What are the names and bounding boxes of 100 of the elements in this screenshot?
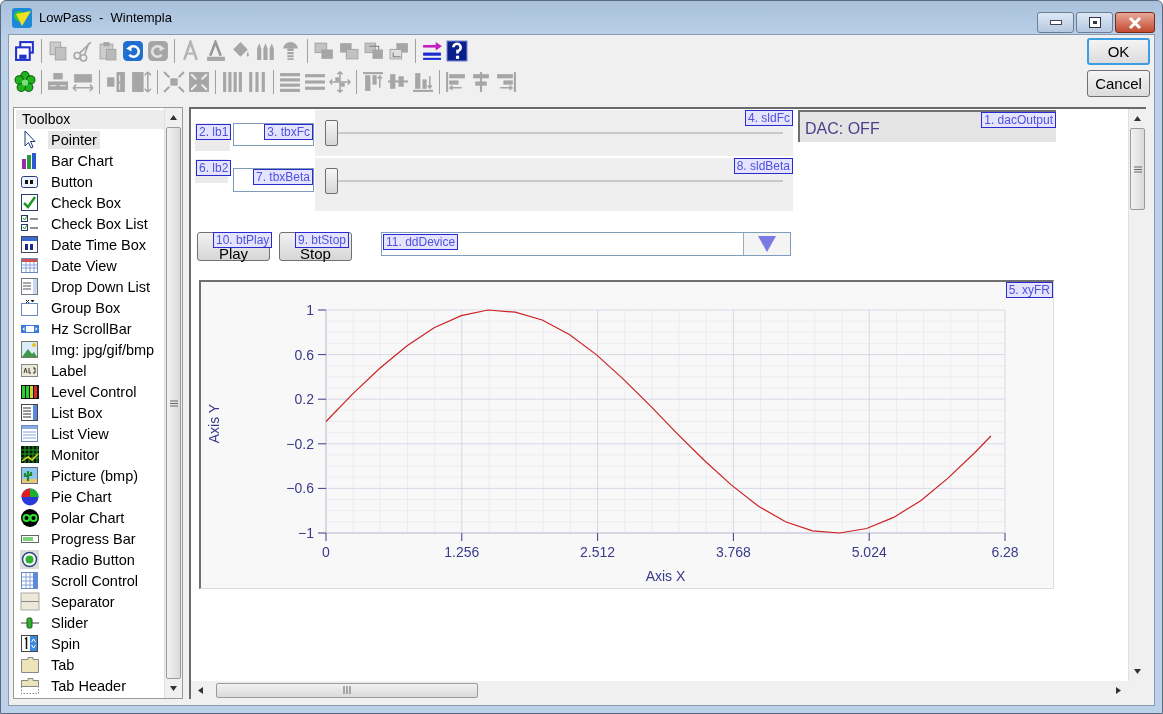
text-field[interactable]: 7. tbxBeta bbox=[233, 168, 314, 192]
action-button[interactable]: Stop 9. btStop bbox=[279, 232, 352, 261]
scroll-up-icon[interactable] bbox=[169, 113, 178, 122]
minimize-icon bbox=[1049, 20, 1062, 25]
y-axis-title: Axis Y bbox=[206, 403, 222, 444]
x-tick-label: 6.28 bbox=[991, 544, 1019, 560]
grip-icon bbox=[169, 399, 178, 407]
label-control[interactable]: 2. lb1 bbox=[195, 123, 230, 151]
toolbox-item[interactable]: List Box bbox=[48, 403, 106, 422]
toolbox-item[interactable]: Radio Button bbox=[48, 550, 138, 569]
list-view-icon bbox=[20, 423, 40, 444]
flower-icon[interactable] bbox=[14, 70, 36, 93]
scroll-down-icon[interactable] bbox=[1133, 667, 1142, 676]
pie-chart-icon bbox=[20, 486, 40, 507]
scroll-grid-icon bbox=[20, 570, 40, 591]
control-tag: 6. lb2 bbox=[196, 160, 232, 176]
toolbox-item[interactable]: Button bbox=[48, 172, 96, 191]
x-tick-label: 1.256 bbox=[444, 544, 480, 560]
toolbox-item[interactable]: Separator bbox=[48, 592, 118, 611]
toolbox-item[interactable]: Monitor bbox=[48, 445, 103, 464]
y-tick-label: 0.2 bbox=[294, 391, 314, 408]
toolbox-item[interactable]: Bar Chart bbox=[48, 151, 117, 170]
save-icon[interactable] bbox=[14, 39, 36, 62]
toolbox-item[interactable]: Scroll Control bbox=[48, 571, 142, 590]
control-tag: 2. lb1 bbox=[196, 124, 232, 140]
control-tag: 3. tbxFc bbox=[264, 124, 313, 140]
tab-icon bbox=[20, 654, 40, 675]
toolbox-item[interactable]: Spin bbox=[48, 634, 84, 653]
x-tick-label: 3.768 bbox=[715, 544, 751, 560]
toolbox-item[interactable]: Slider bbox=[48, 613, 92, 632]
scroll-thumb[interactable] bbox=[1130, 128, 1145, 210]
toolbox-item[interactable]: Date Time Box bbox=[48, 235, 150, 254]
dropdown-arrow-icon[interactable] bbox=[758, 236, 776, 252]
app-logo-icon bbox=[11, 6, 33, 29]
control-tag: 1. dacOutput bbox=[981, 112, 1056, 128]
radio-button-icon bbox=[20, 549, 40, 570]
control-tag: 11. ddDevice bbox=[383, 234, 459, 250]
toolbox-item[interactable]: Level Control bbox=[48, 382, 140, 401]
x-tick-label: 0 bbox=[322, 544, 330, 560]
help-icon[interactable] bbox=[446, 39, 468, 62]
toolbox-item[interactable]: Group Box bbox=[48, 298, 124, 317]
control-tag: 4. sldFc bbox=[745, 110, 793, 126]
maximize-icon bbox=[1088, 17, 1101, 28]
monitor-grid-icon bbox=[20, 444, 40, 465]
label-control[interactable]: 6. lb2 bbox=[195, 159, 228, 183]
toolbox-item[interactable]: Picture (bmp) bbox=[48, 466, 142, 485]
output-text: DAC: OFF bbox=[805, 120, 880, 137]
x-tick-label: 5.024 bbox=[851, 544, 887, 560]
landscape-image-icon bbox=[20, 339, 40, 360]
close-button[interactable] bbox=[1115, 12, 1155, 33]
toolbox-item[interactable]: Date View bbox=[48, 256, 120, 275]
toolbox-item[interactable]: Img: jpg/gif/bmp bbox=[48, 340, 158, 359]
toolbox-item[interactable]: Pie Chart bbox=[48, 487, 115, 506]
toolbox-item[interactable]: Drop Down List bbox=[48, 277, 154, 296]
toolbox-item[interactable]: Polar Chart bbox=[48, 508, 128, 527]
grip-icon bbox=[343, 686, 351, 694]
scroll-left-icon[interactable] bbox=[196, 685, 205, 695]
x-tick-label: 2.512 bbox=[580, 544, 616, 560]
toolbox-item[interactable]: Tab bbox=[48, 655, 78, 674]
separator-icon bbox=[20, 591, 40, 612]
calendar-icon bbox=[20, 234, 40, 255]
scrollbar[interactable] bbox=[164, 108, 182, 698]
scroll-thumb[interactable] bbox=[216, 682, 478, 698]
dropdown-field[interactable]: 11. ddDevice bbox=[381, 232, 791, 256]
toolbox-item[interactable]: List View bbox=[48, 424, 112, 443]
action-button[interactable]: Play 10. btPlay bbox=[197, 232, 270, 261]
toolbox-item[interactable]: Pointer bbox=[48, 130, 100, 149]
undo-icon[interactable] bbox=[122, 39, 144, 62]
y-tick-label: −1 bbox=[298, 525, 314, 541]
scroll-up-icon[interactable] bbox=[1133, 114, 1142, 123]
toolbox-item[interactable]: Check Box List bbox=[48, 214, 151, 233]
window-title: LowPass - Wintempla bbox=[39, 10, 172, 25]
scroll-down-icon[interactable] bbox=[169, 684, 178, 693]
slider-thumb[interactable] bbox=[325, 120, 338, 146]
toolbox-item[interactable]: Hz ScrollBar bbox=[48, 319, 135, 338]
control-tag: 9. btStop bbox=[295, 232, 350, 248]
y-tick-label: −0.2 bbox=[286, 435, 314, 452]
scroll-thumb[interactable] bbox=[166, 127, 181, 679]
dropdown-list-icon bbox=[20, 276, 40, 297]
minimize-button[interactable] bbox=[1037, 12, 1074, 33]
y-tick-label: 0.6 bbox=[294, 346, 314, 363]
cactus-picture-icon bbox=[20, 465, 40, 486]
calendar-grid-icon bbox=[20, 255, 40, 276]
slider-thumb[interactable] bbox=[325, 168, 338, 194]
toolbox-item[interactable]: Label bbox=[48, 361, 90, 380]
toolbox-item[interactable]: Check Box bbox=[48, 193, 125, 212]
close-icon bbox=[1128, 16, 1142, 29]
scroll-right-icon[interactable] bbox=[1114, 685, 1123, 695]
x-axis-title: Axis X bbox=[645, 568, 686, 584]
control-tag: 8. sldBeta bbox=[733, 158, 793, 174]
toolbox-item[interactable]: Progress Bar bbox=[48, 529, 139, 548]
dialog-button[interactable]: OK bbox=[1087, 38, 1150, 65]
spin-icon bbox=[20, 633, 40, 654]
grip-icon bbox=[1133, 165, 1142, 173]
maximize-button[interactable] bbox=[1076, 12, 1113, 33]
text-field[interactable]: 3. tbxFc bbox=[233, 123, 314, 146]
group-box-icon bbox=[20, 297, 40, 318]
dialog-button[interactable]: Cancel bbox=[1087, 70, 1150, 97]
y-tick-label: 1 bbox=[306, 302, 314, 318]
toolbox-item[interactable]: Tab Header bbox=[48, 676, 129, 695]
